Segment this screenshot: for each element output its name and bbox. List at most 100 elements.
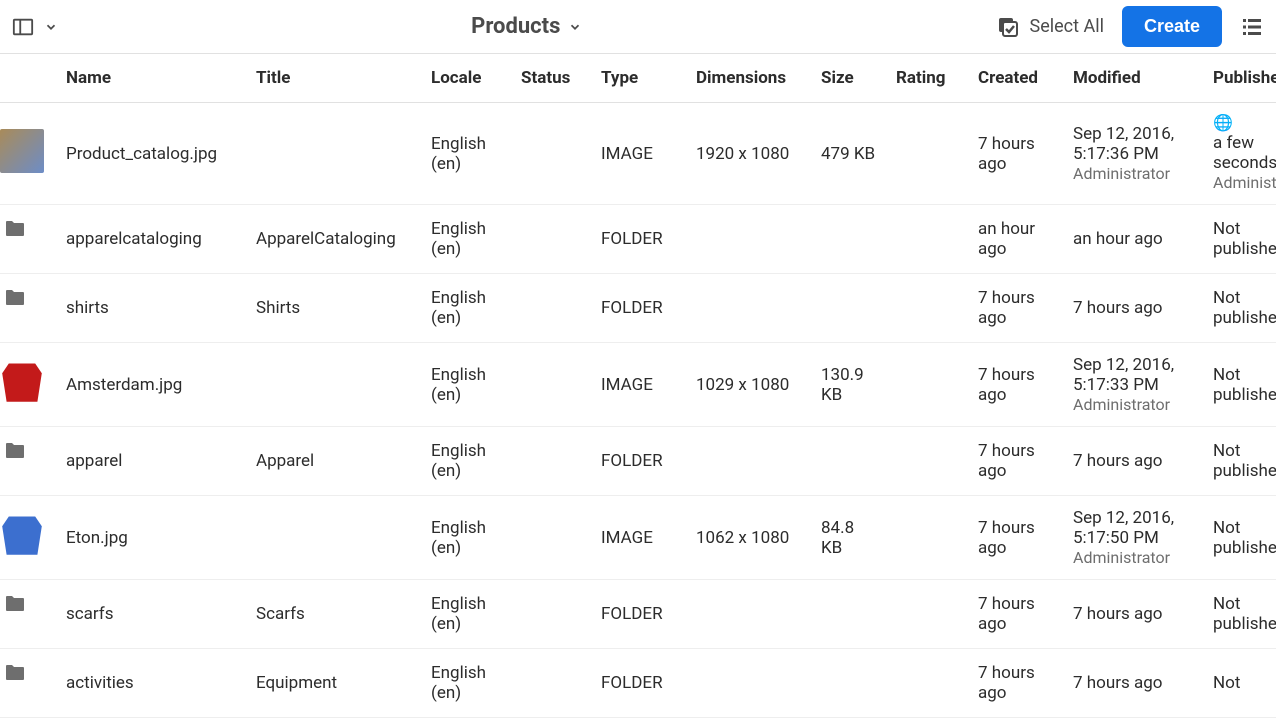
cell-rating [886,580,968,649]
cell-size: 84.8 KB [811,496,886,580]
col-name[interactable]: Name [56,54,246,103]
cell-thumb [0,343,56,427]
cell-locale: English (en) [421,496,511,580]
col-type[interactable]: Type [591,54,686,103]
col-created[interactable]: Created [968,54,1063,103]
rail-toggle-icon[interactable] [12,16,34,38]
cell-status [511,205,591,274]
col-published[interactable]: Published [1203,54,1276,103]
page-title: Products [471,14,560,39]
cell-title [246,343,421,427]
cell-modified: 7 hours ago [1063,649,1203,718]
cell-title: ApparelCataloging [246,205,421,274]
modified-time: Sep 12, 2016, 5:17:36 PM [1073,124,1174,164]
cell-status [511,427,591,496]
toolbar: Products Select All Create [0,0,1276,54]
col-size[interactable]: Size [811,54,886,103]
cell-modified: 7 hours ago [1063,274,1203,343]
cell-locale: English (en) [421,205,511,274]
cell-name: Product_catalog.jpg [56,103,246,205]
cell-dimensions: 1062 x 1080 [686,496,811,580]
modified-time: an hour ago [1073,229,1163,249]
cell-locale: English (en) [421,103,511,205]
modified-time: Sep 12, 2016, 5:17:50 PM [1073,508,1174,548]
cell-name: activities [56,649,246,718]
rail-dropdown-icon[interactable] [44,20,58,34]
published-time: Not published [1213,594,1276,634]
cell-locale: English (en) [421,274,511,343]
asset-table: Name Title Locale Status Type Dimensions… [0,54,1276,718]
modified-time: Sep 12, 2016, 5:17:33 PM [1073,355,1174,395]
breadcrumb[interactable]: Products [72,14,982,39]
cell-thumb [0,649,56,718]
table-row[interactable]: shirtsShirtsEnglish (en) FOLDER 7 hours ag… [0,274,1276,343]
table-row[interactable]: activitiesEquipmentEnglish (en)FOLDER7 h… [0,649,1276,718]
cell-modified: an hour ago [1063,205,1203,274]
cell-rating [886,274,968,343]
cell-created: 7 hours ago [968,343,1063,427]
cell-dimensions: 1029 x 1080 [686,343,811,427]
cell-type: FOLDER [591,427,686,496]
cell-thumb [0,274,56,343]
cell-rating [886,343,968,427]
col-dimensions[interactable]: Dimensions [686,54,811,103]
cell-name: Eton.jpg [56,496,246,580]
table-row[interactable]: scarfsScarfsEnglish (en)FOLDER7 hours ag… [0,580,1276,649]
table-row[interactable]: Amsterdam.jpgEnglish (en)IMAGE1029 x 108… [0,343,1276,427]
cell-title: Shirts [246,274,421,343]
published-time: Not [1213,673,1240,693]
cell-published: 🌐a few seconds agoAdministrator [1203,103,1276,205]
cell-rating [886,427,968,496]
cell-type: IMAGE [591,343,686,427]
cell-status [511,580,591,649]
cell-thumb [0,580,56,649]
cell-rating [886,496,968,580]
table-row[interactable]: apparelcatalogingApparelCatalogingEnglis… [0,205,1276,274]
cell-type: FOLDER [591,205,686,274]
cell-rating [886,649,968,718]
cell-created: 7 hours ago [968,427,1063,496]
cell-status [511,103,591,205]
cell-title [246,496,421,580]
cell-published: Not published [1203,343,1276,427]
cell-published: Not published [1203,496,1276,580]
cell-rating [886,205,968,274]
cell-created: 7 hours ago [968,580,1063,649]
cell-name: apparel [56,427,246,496]
table-row[interactable]: apparelApparelEnglish (en)FOLDER7 hours … [0,427,1276,496]
modified-time: 7 hours ago [1073,673,1162,693]
select-all-button[interactable]: Select All [996,15,1104,39]
cell-thumb [0,496,56,580]
table-header: Name Title Locale Status Type Dimensions… [0,54,1276,103]
table-body: Product_catalog.jpgEnglish (en)IMAGE1920… [0,103,1276,718]
folder-icon [0,592,44,636]
col-modified[interactable]: Modified [1063,54,1203,103]
col-rating[interactable]: Rating [886,54,968,103]
table-row[interactable]: Product_catalog.jpgEnglish (en)IMAGE1920… [0,103,1276,205]
col-title[interactable]: Title [246,54,421,103]
cell-modified: 7 hours ago [1063,580,1203,649]
col-status[interactable]: Status [511,54,591,103]
cell-modified: 7 hours ago [1063,427,1203,496]
cell-size [811,274,886,343]
cell-thumb [0,103,56,205]
cell-name: Amsterdam.jpg [56,343,246,427]
cell-size [811,427,886,496]
cell-published: Not published [1203,580,1276,649]
cell-status [511,343,591,427]
view-switcher-icon[interactable] [1240,15,1264,39]
col-locale[interactable]: Locale [421,54,511,103]
folder-icon [0,439,44,483]
cell-size [811,580,886,649]
cell-type: FOLDER [591,274,686,343]
col-thumb[interactable] [0,54,56,103]
cell-locale: English (en) [421,580,511,649]
table-row[interactable]: Eton.jpgEnglish (en)IMAGE1062 x 108084.8… [0,496,1276,580]
cell-dimensions [686,427,811,496]
create-button[interactable]: Create [1122,6,1222,47]
cell-name: shirts [56,274,246,343]
chevron-down-icon [568,20,582,34]
globe-icon: 🌐 [1213,115,1276,131]
published-time: a few seconds ago [1213,133,1276,173]
cell-title: Apparel [246,427,421,496]
